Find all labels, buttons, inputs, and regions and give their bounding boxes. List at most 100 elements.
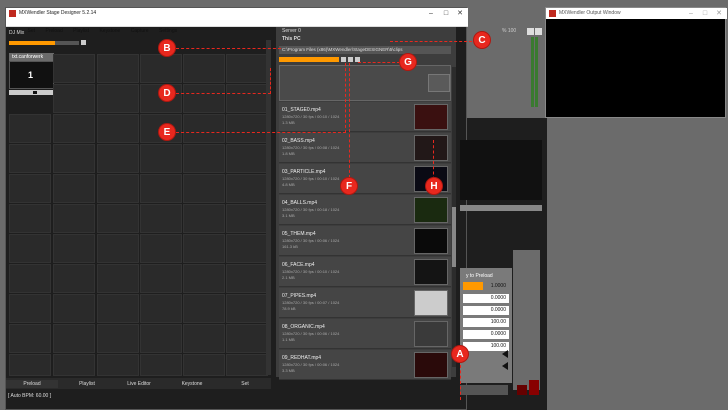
clip-slot[interactable] <box>183 324 225 353</box>
clip-slot[interactable] <box>97 324 139 353</box>
clip-slot[interactable] <box>183 234 225 263</box>
clip-slot[interactable] <box>53 174 95 203</box>
clip-slot[interactable] <box>9 264 51 293</box>
tab-playlist[interactable]: Playlist <box>61 380 113 388</box>
clip-slot[interactable] <box>226 114 268 143</box>
clip-slot[interactable] <box>140 144 182 173</box>
panel-progress[interactable] <box>279 57 339 62</box>
tab-keystone[interactable]: Keystone <box>166 380 218 388</box>
menu-keystone[interactable]: Keystone <box>96 27 123 35</box>
clip-slot[interactable] <box>226 324 268 353</box>
media-item[interactable]: 02_BASS.mp4 1280x720 / 30 fps / 00:08 / 1… <box>279 133 451 163</box>
clip-slot[interactable] <box>140 54 182 83</box>
preload-value-3[interactable]: 0.0000 <box>463 306 509 315</box>
clip-slot[interactable] <box>53 54 95 83</box>
clip-slot[interactable] <box>140 324 182 353</box>
clip-slot[interactable] <box>53 234 95 263</box>
tab-set[interactable]: Set <box>219 380 271 388</box>
clip-slot[interactable] <box>97 54 139 83</box>
preload-value-4[interactable]: 100.00 <box>463 318 509 327</box>
media-item[interactable]: 01_STAGE0.mp4 1280x720 / 30 fps / 00:10 /… <box>279 102 451 132</box>
clip-slot[interactable] <box>183 204 225 233</box>
clip-slot[interactable] <box>140 354 182 376</box>
clip-slot[interactable] <box>53 324 95 353</box>
preview-slider[interactable] <box>460 205 542 211</box>
clip-slot[interactable] <box>226 354 268 376</box>
arrow-left-icon-1[interactable] <box>502 350 508 358</box>
clip-slot[interactable] <box>97 174 139 203</box>
panel-add-icon[interactable] <box>527 28 534 35</box>
clip-slot[interactable] <box>9 294 51 323</box>
clip-slot[interactable] <box>226 144 268 173</box>
tab-live-editor[interactable]: Live Editor <box>113 380 165 388</box>
clip-slot[interactable] <box>226 54 268 83</box>
media-item[interactable]: 05_THEM.mp4 1280x720 / 30 fps / 00:06 / 1… <box>279 226 451 256</box>
panel-tool-icon-2[interactable] <box>348 57 353 62</box>
clip-slot[interactable] <box>183 354 225 376</box>
clip-slot[interactable] <box>9 114 51 143</box>
clip-slot[interactable] <box>9 354 51 376</box>
clip-slot[interactable] <box>97 294 139 323</box>
clip-slot[interactable] <box>183 114 225 143</box>
clip-slot[interactable] <box>97 144 139 173</box>
sample-controls[interactable] <box>9 90 54 95</box>
clip-slot[interactable] <box>9 144 51 173</box>
clip-slot[interactable] <box>53 114 95 143</box>
clip-slot[interactable] <box>183 294 225 323</box>
clip-slot[interactable] <box>97 114 139 143</box>
clip-slot[interactable] <box>53 294 95 323</box>
panel-tool-icon-1[interactable] <box>341 57 346 62</box>
clip-slot[interactable] <box>140 204 182 233</box>
clip-slot[interactable] <box>97 204 139 233</box>
menu-playlist[interactable]: Playlist <box>70 27 92 35</box>
sample-slot[interactable]: 1 <box>9 61 54 89</box>
media-item[interactable]: 07_PIPES.mp4 1280x720 / 30 fps / 00:07 / … <box>279 288 451 318</box>
clip-slot[interactable] <box>97 84 139 113</box>
media-item[interactable]: 06_FACE.mp4 1280x720 / 30 fps / 00:10 / 1… <box>279 257 451 287</box>
clip-slot[interactable] <box>226 84 268 113</box>
clip-slot[interactable] <box>9 174 51 203</box>
tab-preload[interactable]: Preload <box>6 380 58 388</box>
output-minimize-icon[interactable]: – <box>684 8 698 19</box>
clip-slot[interactable] <box>183 174 225 203</box>
clip-slot[interactable] <box>53 84 95 113</box>
menu-set[interactable]: Set <box>25 27 39 35</box>
close-icon[interactable]: ✕ <box>453 8 467 19</box>
clip-slot[interactable] <box>9 324 51 353</box>
clip-slot[interactable] <box>140 234 182 263</box>
output-close-icon[interactable]: ✕ <box>712 8 726 19</box>
clip-slot[interactable] <box>183 144 225 173</box>
panel-remove-icon[interactable] <box>535 28 542 35</box>
path-bar[interactable]: C:\Program Files (x86)\MXWendler\StageDE… <box>279 46 451 54</box>
clip-slot[interactable] <box>53 204 95 233</box>
clip-slot[interactable] <box>53 354 95 376</box>
preload-value-2[interactable]: 0.0000 <box>463 294 509 303</box>
clip-slot[interactable] <box>97 354 139 376</box>
clip-slot[interactable] <box>9 234 51 263</box>
clip-slot[interactable] <box>53 144 95 173</box>
maximize-icon[interactable]: □ <box>439 8 453 19</box>
clip-slot[interactable] <box>226 234 268 263</box>
menu-preload[interactable]: Preload <box>42 27 65 35</box>
clip-slot[interactable] <box>226 294 268 323</box>
clip-slot[interactable] <box>140 174 182 203</box>
clip-slot[interactable] <box>53 264 95 293</box>
media-item[interactable]: 08_ORGANIC.mp4 1280x720 / 30 fps / 00:06 … <box>279 319 451 349</box>
clip-slot[interactable] <box>226 204 268 233</box>
clip-slot[interactable] <box>183 54 225 83</box>
media-item[interactable]: 04_BALLS.mp4 1280x720 / 30 fps / 00:18 / … <box>279 195 451 225</box>
folder-drop-area[interactable] <box>279 65 451 101</box>
clip-slot[interactable] <box>226 264 268 293</box>
preload-value-1[interactable]: 1.0000 <box>463 282 509 291</box>
arrow-left-icon-2[interactable] <box>502 362 508 370</box>
clip-slot[interactable] <box>140 294 182 323</box>
output-maximize-icon[interactable]: □ <box>698 8 712 19</box>
minimize-icon[interactable]: – <box>424 8 438 19</box>
clip-slot[interactable] <box>183 264 225 293</box>
clip-slot[interactable] <box>97 234 139 263</box>
dj-mix-progress[interactable] <box>9 41 79 45</box>
clip-slot[interactable] <box>183 84 225 113</box>
preload-value-5[interactable]: 0.0000 <box>463 330 509 339</box>
media-item[interactable]: 09_REDHAT.mp4 1280x720 / 30 fps / 00:06 /… <box>279 350 451 380</box>
panel-scrollbar[interactable] <box>452 67 456 367</box>
